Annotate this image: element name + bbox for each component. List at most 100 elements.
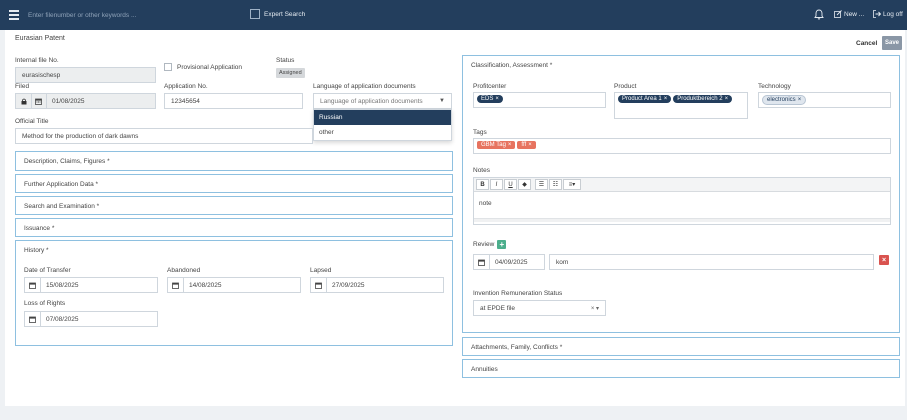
remove-tag-icon[interactable]: × bbox=[798, 97, 802, 103]
expert-search-toggle[interactable]: Expert Search bbox=[250, 9, 305, 19]
filed-label: Filed bbox=[15, 83, 30, 90]
section-further-data[interactable]: Further Application Data * bbox=[15, 174, 453, 193]
section-attachments[interactable]: Attachments, Family, Conflicts * bbox=[462, 337, 900, 356]
language-placeholder: Language of application documents bbox=[320, 97, 423, 105]
profitcenter-label: Profitcenter bbox=[473, 83, 507, 90]
technology-label: Technology bbox=[758, 83, 791, 90]
language-option-other[interactable]: other bbox=[314, 125, 451, 140]
expert-search-label: Expert Search bbox=[264, 10, 306, 18]
calendar-icon[interactable] bbox=[168, 278, 184, 292]
remove-tag-icon[interactable]: × bbox=[528, 142, 532, 148]
numbered-list-icon[interactable]: ☷ bbox=[549, 179, 562, 190]
notes-textarea[interactable]: note bbox=[474, 192, 890, 218]
internal-file-no-field: eurasischesp bbox=[15, 67, 156, 83]
eraser-icon[interactable]: ◆ bbox=[518, 179, 531, 190]
provisional-label: Provisional Application bbox=[177, 63, 243, 71]
underline-icon[interactable]: U bbox=[504, 179, 517, 190]
provisional-application-toggle[interactable]: Provisional Application bbox=[164, 63, 242, 71]
edit-icon bbox=[834, 10, 842, 18]
hamburger-menu-icon[interactable] bbox=[9, 10, 19, 20]
profitcenter-tag: EDS × bbox=[477, 95, 503, 103]
internal-file-no-label: Internal file No. bbox=[15, 57, 59, 64]
align-dropdown-icon[interactable]: ≡▾ bbox=[563, 179, 581, 190]
section-issuance[interactable]: Issuance * bbox=[15, 218, 453, 237]
delete-review-icon[interactable]: × bbox=[879, 255, 889, 265]
add-review-button[interactable]: + bbox=[497, 240, 507, 249]
loss-rights-field[interactable]: 07/08/2025 bbox=[24, 311, 158, 327]
new-button[interactable]: New ... bbox=[834, 10, 864, 18]
calendar-icon[interactable] bbox=[25, 312, 41, 326]
filed-field: 01/08/2025 bbox=[15, 93, 156, 109]
tag-chip: GBM Tag × bbox=[477, 141, 516, 149]
abandoned-field[interactable]: 14/08/2025 bbox=[167, 277, 301, 293]
resize-handle[interactable] bbox=[474, 218, 890, 222]
product-select[interactable]: Product Area 1 × Produktbereich 2 × bbox=[614, 92, 748, 119]
sign-out-icon bbox=[873, 10, 881, 18]
abandoned-label: Abandoned bbox=[167, 267, 201, 274]
top-navbar: Expert Search New ... Log off bbox=[0, 0, 907, 30]
global-search-input[interactable] bbox=[28, 8, 228, 22]
language-dropdown-menu: Russian other bbox=[313, 109, 452, 141]
classification-header[interactable]: Classification, Assessment * bbox=[471, 62, 552, 69]
notes-label: Notes bbox=[473, 167, 490, 174]
filed-value: 01/08/2025 bbox=[52, 97, 85, 105]
section-search-examination[interactable]: Search and Examination * bbox=[15, 196, 453, 215]
bold-icon[interactable]: B bbox=[476, 179, 489, 190]
date-transfer-field[interactable]: 15/08/2025 bbox=[24, 277, 158, 293]
official-title-field[interactable]: Method for the production of dark dawns bbox=[15, 128, 313, 144]
italic-icon[interactable]: I bbox=[490, 179, 503, 190]
logoff-label: Log off bbox=[883, 10, 903, 18]
calendar-icon[interactable] bbox=[31, 94, 47, 108]
notes-editor: B I U ◆ ☰ ☷ ≡▾ note bbox=[473, 177, 891, 225]
save-button[interactable]: Save bbox=[882, 36, 902, 50]
tags-select[interactable]: GBM Tag × fff × bbox=[473, 138, 891, 154]
tags-label: Tags bbox=[473, 129, 487, 136]
product-tag: Product Area 1 × bbox=[618, 95, 672, 103]
expert-search-checkbox[interactable] bbox=[250, 9, 260, 19]
review-date-field[interactable]: 04/09/2025 bbox=[473, 254, 545, 270]
language-option-russian[interactable]: Russian bbox=[314, 110, 451, 125]
history-header[interactable]: History * bbox=[24, 247, 49, 254]
application-no-field[interactable]: 12345654 bbox=[164, 93, 303, 109]
review-text-field[interactable]: kom bbox=[549, 254, 874, 270]
logoff-button[interactable]: Log off bbox=[873, 10, 903, 18]
remove-tag-icon[interactable]: × bbox=[495, 96, 499, 102]
remove-tag-icon[interactable]: × bbox=[664, 96, 668, 102]
remove-tag-icon[interactable]: × bbox=[725, 96, 729, 102]
page-title: Eurasian Patent bbox=[15, 35, 65, 42]
status-badge: Assigned bbox=[276, 68, 305, 78]
status-label: Status bbox=[276, 57, 295, 64]
clear-caret-icon[interactable]: × ▾ bbox=[591, 305, 599, 312]
bullet-list-icon[interactable]: ☰ bbox=[535, 179, 548, 190]
loss-rights-label: Loss of Rights bbox=[24, 300, 66, 307]
cancel-button[interactable]: Cancel bbox=[856, 40, 877, 47]
lapsed-field[interactable]: 27/09/2025 bbox=[310, 277, 444, 293]
application-no-label: Application No. bbox=[164, 83, 208, 90]
remuneration-select[interactable]: at EPDE file × ▾ bbox=[473, 300, 606, 316]
remuneration-value: at EPDE file bbox=[480, 304, 516, 312]
official-title-label: Official Title bbox=[15, 118, 49, 125]
calendar-icon[interactable] bbox=[311, 278, 327, 292]
calendar-icon[interactable] bbox=[474, 255, 490, 269]
remuneration-label: Invention Remuneration Status bbox=[473, 290, 563, 297]
lock-icon bbox=[16, 94, 32, 108]
language-label: Language of application documents bbox=[313, 83, 416, 90]
remove-tag-icon[interactable]: × bbox=[508, 142, 512, 148]
date-transfer-label: Date of Transfer bbox=[24, 267, 71, 274]
language-select[interactable]: Language of application documents ▼ bbox=[313, 93, 452, 109]
bell-icon[interactable] bbox=[814, 9, 824, 20]
profitcenter-select[interactable]: EDS × bbox=[473, 92, 606, 108]
review-header: Review + bbox=[473, 240, 507, 249]
product-tag: Produktbereich 2 × bbox=[673, 95, 733, 103]
provisional-checkbox[interactable] bbox=[164, 63, 172, 71]
calendar-icon[interactable] bbox=[25, 278, 41, 292]
new-label: New ... bbox=[844, 10, 865, 18]
lapsed-label: Lapsed bbox=[310, 267, 332, 274]
product-label: Product bbox=[614, 83, 637, 90]
technology-select[interactable]: electronics × bbox=[758, 92, 891, 108]
section-history: History * bbox=[15, 240, 453, 346]
section-annuities[interactable]: Annuities bbox=[462, 359, 900, 378]
tag-chip: fff × bbox=[517, 141, 536, 149]
section-description[interactable]: Description, Claims, Figures * bbox=[15, 151, 453, 171]
review-label: Review bbox=[473, 241, 495, 248]
